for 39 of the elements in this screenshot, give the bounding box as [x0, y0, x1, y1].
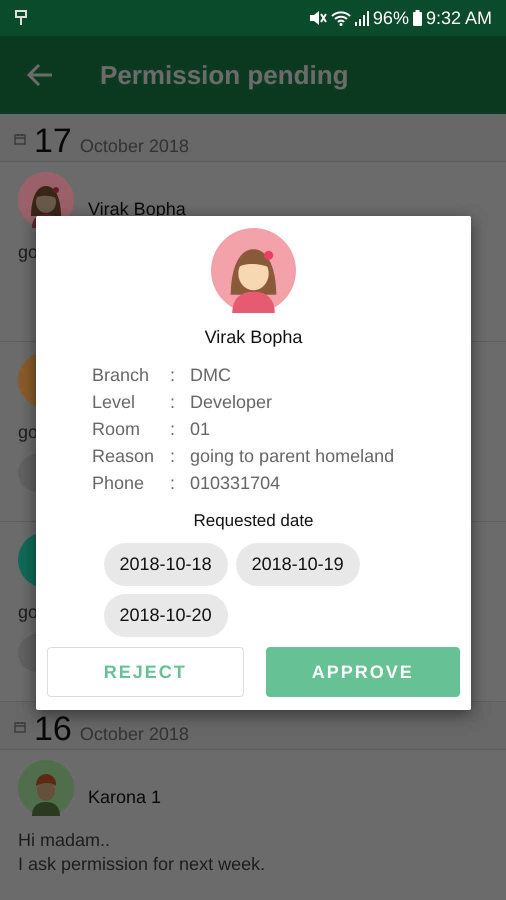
reject-button[interactable]: REJECT: [47, 647, 244, 697]
person-name: Virak Bopha: [204, 327, 302, 348]
approve-button[interactable]: APPROVE: [266, 647, 460, 697]
date-chip: 2018-10-20: [104, 594, 228, 637]
calendar-icon: [14, 720, 26, 732]
wifi-icon: [330, 10, 351, 26]
back-arrow-icon[interactable]: [26, 63, 54, 87]
field-value: 010331704: [190, 472, 282, 495]
calendar-icon: [14, 132, 26, 144]
field-label: Room: [92, 418, 142, 441]
message-text: Hi madam..: [18, 829, 110, 852]
field-colon: :: [170, 445, 176, 468]
field-value: going to parent homeland: [190, 445, 394, 468]
field-colon: :: [170, 391, 176, 414]
field-colon: :: [170, 418, 176, 441]
signal-icon: [354, 10, 369, 26]
clock: 9:32 AM: [426, 8, 492, 28]
field-label: Phone: [92, 472, 146, 495]
battery-icon: [412, 10, 422, 26]
date-day: 17: [34, 122, 72, 161]
date-chip: 2018-10-19: [236, 543, 360, 586]
requested-date-label: Requested date: [193, 511, 314, 531]
field-value: DMC: [190, 364, 232, 387]
battery-percent: 96%: [372, 8, 409, 28]
screen-title: Permission pending: [100, 60, 348, 90]
date-chip: 2018-10-18: [104, 543, 228, 586]
field-label: Branch: [92, 364, 150, 387]
field-colon: :: [170, 472, 176, 495]
field-value: 01: [190, 418, 212, 441]
field-colon: :: [170, 364, 176, 387]
notification-icon: [14, 9, 28, 27]
person-name: Karona 1: [88, 786, 162, 808]
field-label: Reason: [92, 445, 156, 468]
mute-icon: [308, 10, 327, 26]
date-day: 16: [34, 710, 72, 749]
field-value: Developer: [190, 391, 274, 414]
person-name: Virak Bopha: [88, 198, 186, 220]
field-label: Level: [92, 391, 136, 414]
message-text: I ask permission for next week.: [18, 853, 266, 876]
